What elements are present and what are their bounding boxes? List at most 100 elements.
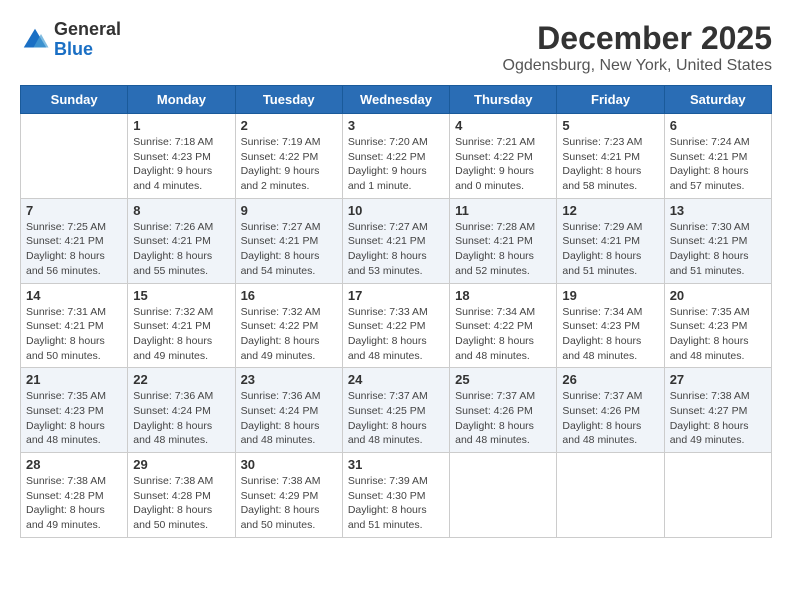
day-number: 18 [455, 288, 551, 303]
calendar-cell: 31Sunrise: 7:39 AM Sunset: 4:30 PM Dayli… [342, 453, 449, 538]
calendar-week-row: 1Sunrise: 7:18 AM Sunset: 4:23 PM Daylig… [21, 114, 772, 199]
day-info: Sunrise: 7:37 AM Sunset: 4:26 PM Dayligh… [562, 389, 658, 448]
calendar-week-row: 28 Sunrise: 7:38 AM Sunset: 4:28 PM Dayli… [21, 453, 772, 538]
logo-general: General [54, 20, 121, 40]
calendar-cell: 18 Sunrise: 7:34 AM Sunset: 4:22 PM Dayli… [450, 283, 557, 368]
day-number: 5 [562, 118, 658, 133]
calendar-table: SundayMondayTuesdayWednesdayThursdayFrid… [20, 85, 772, 538]
day-info: Sunrise: 7:38 AM Sunset: 4:29 PM Dayligh… [241, 474, 337, 533]
logo-icon [20, 25, 50, 55]
calendar-cell: 29Sunrise: 7:38 AM Sunset: 4:28 PM Dayli… [128, 453, 235, 538]
day-info: Sunrise: 7:29 AM Sunset: 4:21 PM Dayligh… [562, 220, 658, 279]
day-number: 28 [26, 457, 122, 472]
calendar-cell: 8Sunrise: 7:26 AM Sunset: 4:21 PM Daylig… [128, 198, 235, 283]
day-number: 16 [241, 288, 337, 303]
day-info: Sunrise: 7:36 AM Sunset: 4:24 PM Dayligh… [241, 389, 337, 448]
calendar-cell: 28Sunrise: 7:38 AM Sunset: 4:28 PM Dayli… [21, 453, 128, 538]
day-number: 19 [562, 288, 658, 303]
logo: General Blue [20, 20, 121, 60]
day-number: 25 [455, 372, 551, 387]
calendar-cell: 21 Sunrise: 7:35 AM Sunset: 4:23 PM Dayli… [21, 368, 128, 453]
calendar-cell: 9Sunrise: 7:27 AM Sunset: 4:21 PM Daylig… [235, 198, 342, 283]
day-number: 13 [670, 203, 766, 218]
calendar-cell: 7Sunrise: 7:25 AM Sunset: 4:21 PM Daylig… [21, 198, 128, 283]
weekday-header-friday: Friday [557, 86, 664, 114]
day-number: 23 [241, 372, 337, 387]
day-info: Sunrise: 7:18 AM Sunset: 4:23 PM Dayligh… [133, 135, 229, 194]
calendar-cell: 22 Sunrise: 7:36 AM Sunset: 4:24 PM Dayli… [128, 368, 235, 453]
calendar-cell: 24 Sunrise: 7:37 AM Sunset: 4:25 PM Dayli… [342, 368, 449, 453]
calendar-cell: 14 Sunrise: 7:31 AM Sunset: 4:21 PM Dayli… [21, 283, 128, 368]
weekday-header-row: SundayMondayTuesdayWednesdayThursdayFrid… [21, 86, 772, 114]
day-info: Sunrise: 7:33 AM Sunset: 4:22 PM Dayligh… [348, 305, 444, 364]
weekday-header-tuesday: Tuesday [235, 86, 342, 114]
calendar-cell: 16Sunrise: 7:32 AM Sunset: 4:22 PM Dayli… [235, 283, 342, 368]
day-info: Sunrise: 7:34 AM Sunset: 4:22 PM Dayligh… [455, 305, 551, 364]
weekday-header-saturday: Saturday [664, 86, 771, 114]
day-info: Sunrise: 7:37 AM Sunset: 4:25 PM Dayligh… [348, 389, 444, 448]
day-info: Sunrise: 7:27 AM Sunset: 4:21 PM Dayligh… [241, 220, 337, 279]
calendar-cell: 3Sunrise: 7:20 AM Sunset: 4:22 PM Daylig… [342, 114, 449, 199]
page-header: General Blue December 2025 Ogdensburg, N… [20, 20, 772, 75]
calendar-cell [450, 453, 557, 538]
day-info: Sunrise: 7:31 AM Sunset: 4:21 PM Dayligh… [26, 305, 122, 364]
day-number: 21 [26, 372, 122, 387]
day-number: 11 [455, 203, 551, 218]
calendar-cell: 23 Sunrise: 7:36 AM Sunset: 4:24 PM Dayli… [235, 368, 342, 453]
day-number: 10 [348, 203, 444, 218]
day-info: Sunrise: 7:32 AM Sunset: 4:21 PM Dayligh… [133, 305, 229, 364]
day-info: Sunrise: 7:35 AM Sunset: 4:23 PM Dayligh… [670, 305, 766, 364]
day-number: 15 [133, 288, 229, 303]
day-info: Sunrise: 7:35 AM Sunset: 4:23 PM Dayligh… [26, 389, 122, 448]
day-info: Sunrise: 7:24 AM Sunset: 4:21 PM Dayligh… [670, 135, 766, 194]
calendar-cell: 30Sunrise: 7:38 AM Sunset: 4:29 PM Dayli… [235, 453, 342, 538]
calendar-cell [21, 114, 128, 199]
day-number: 26 [562, 372, 658, 387]
weekday-header-wednesday: Wednesday [342, 86, 449, 114]
day-number: 7 [26, 203, 122, 218]
calendar-cell: 17 Sunrise: 7:33 AM Sunset: 4:22 PM Dayli… [342, 283, 449, 368]
logo-text: General Blue [54, 20, 121, 60]
weekday-header-monday: Monday [128, 86, 235, 114]
calendar-cell: 4Sunrise: 7:21 AM Sunset: 4:22 PM Daylig… [450, 114, 557, 199]
day-info: Sunrise: 7:36 AM Sunset: 4:24 PM Dayligh… [133, 389, 229, 448]
day-info: Sunrise: 7:37 AM Sunset: 4:26 PM Dayligh… [455, 389, 551, 448]
calendar-cell: 19 Sunrise: 7:34 AM Sunset: 4:23 PM Dayli… [557, 283, 664, 368]
day-number: 6 [670, 118, 766, 133]
calendar-cell: 10 Sunrise: 7:27 AM Sunset: 4:21 PM Dayli… [342, 198, 449, 283]
day-number: 31 [348, 457, 444, 472]
day-number: 17 [348, 288, 444, 303]
weekday-header-thursday: Thursday [450, 86, 557, 114]
calendar-cell: 13 Sunrise: 7:30 AM Sunset: 4:21 PM Dayli… [664, 198, 771, 283]
day-info: Sunrise: 7:28 AM Sunset: 4:21 PM Dayligh… [455, 220, 551, 279]
day-info: Sunrise: 7:38 AM Sunset: 4:28 PM Dayligh… [133, 474, 229, 533]
calendar-week-row: 21 Sunrise: 7:35 AM Sunset: 4:23 PM Dayli… [21, 368, 772, 453]
day-number: 27 [670, 372, 766, 387]
day-number: 12 [562, 203, 658, 218]
day-number: 14 [26, 288, 122, 303]
day-number: 2 [241, 118, 337, 133]
day-info: Sunrise: 7:20 AM Sunset: 4:22 PM Dayligh… [348, 135, 444, 194]
day-number: 22 [133, 372, 229, 387]
calendar-subtitle: Ogdensburg, New York, United States [503, 57, 773, 75]
day-info: Sunrise: 7:34 AM Sunset: 4:23 PM Dayligh… [562, 305, 658, 364]
weekday-header-sunday: Sunday [21, 86, 128, 114]
calendar-cell [557, 453, 664, 538]
day-info: Sunrise: 7:30 AM Sunset: 4:21 PM Dayligh… [670, 220, 766, 279]
calendar-cell [664, 453, 771, 538]
calendar-cell: 15 Sunrise: 7:32 AM Sunset: 4:21 PM Dayli… [128, 283, 235, 368]
day-info: Sunrise: 7:38 AM Sunset: 4:27 PM Dayligh… [670, 389, 766, 448]
calendar-cell: 11 Sunrise: 7:28 AM Sunset: 4:21 PM Dayli… [450, 198, 557, 283]
day-info: Sunrise: 7:19 AM Sunset: 4:22 PM Dayligh… [241, 135, 337, 194]
calendar-cell: 5Sunrise: 7:23 AM Sunset: 4:21 PM Daylig… [557, 114, 664, 199]
day-number: 8 [133, 203, 229, 218]
calendar-cell: 6 Sunrise: 7:24 AM Sunset: 4:21 PM Daylig… [664, 114, 771, 199]
day-info: Sunrise: 7:27 AM Sunset: 4:21 PM Dayligh… [348, 220, 444, 279]
calendar-cell: 20 Sunrise: 7:35 AM Sunset: 4:23 PM Dayli… [664, 283, 771, 368]
day-number: 4 [455, 118, 551, 133]
day-number: 24 [348, 372, 444, 387]
calendar-week-row: 14 Sunrise: 7:31 AM Sunset: 4:21 PM Dayli… [21, 283, 772, 368]
day-number: 20 [670, 288, 766, 303]
calendar-title: December 2025 [503, 20, 773, 57]
title-section: December 2025 Ogdensburg, New York, Unit… [503, 20, 773, 75]
